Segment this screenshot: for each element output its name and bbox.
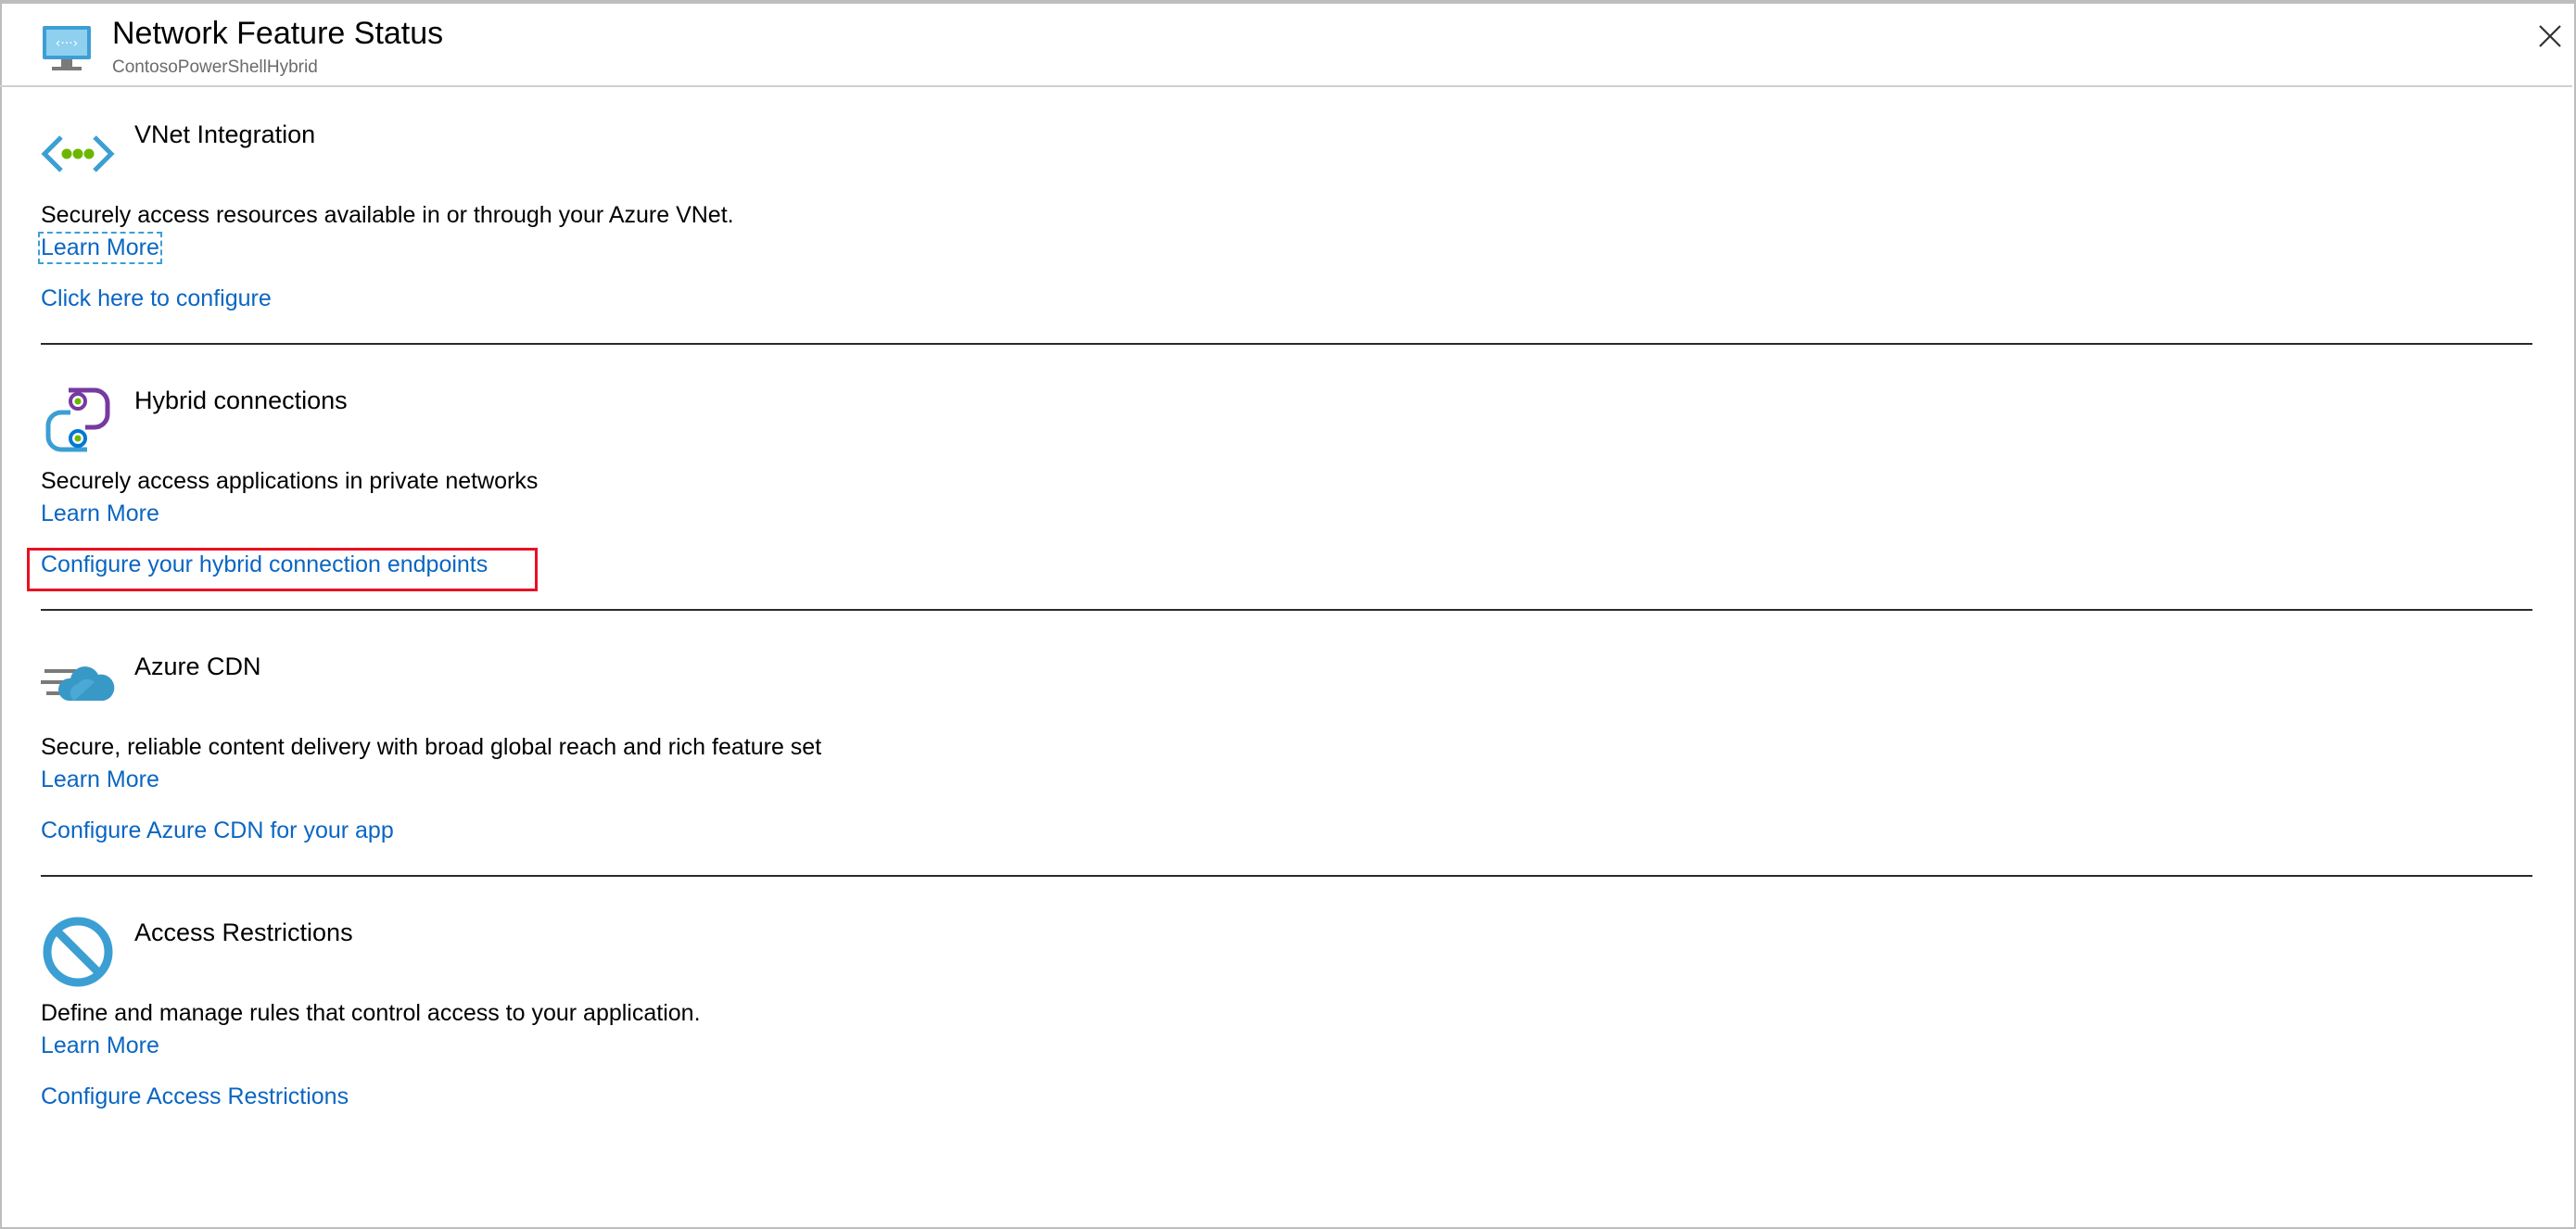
section-vnet-integration: VNet Integration Securely access resourc… xyxy=(38,117,2532,339)
configure-cdn-link[interactable]: Configure Azure CDN for your app xyxy=(41,817,394,844)
section-divider xyxy=(41,875,2532,877)
section-description: Securely access applications in private … xyxy=(41,468,539,494)
section-title: VNet Integration xyxy=(134,120,316,148)
highlight-box xyxy=(27,548,538,591)
section-title: Access Restrictions xyxy=(134,919,353,946)
page-title: Network Feature Status xyxy=(112,16,444,51)
vnet-integration-icon xyxy=(41,135,115,172)
hybrid-connections-icon xyxy=(45,387,110,452)
section-azure-cdn: Azure CDN Secure, reliable content deliv… xyxy=(41,649,2532,871)
svg-text:‹···›: ‹···› xyxy=(56,36,79,51)
section-description: Define and manage rules that control acc… xyxy=(41,1000,701,1026)
azure-cdn-icon xyxy=(41,666,115,701)
learn-more-link[interactable]: Learn More xyxy=(38,232,162,264)
page-subtitle: ContosoPowerShellHybrid xyxy=(112,57,318,77)
blade-header: ‹···› Network Feature Status ContosoPowe… xyxy=(0,4,2572,87)
app-service-network-icon: ‹···› xyxy=(43,26,91,70)
configure-access-restrictions-link[interactable]: Configure Access Restrictions xyxy=(41,1083,349,1110)
section-title: Hybrid connections xyxy=(134,386,348,414)
section-description: Secure, reliable content delivery with b… xyxy=(41,734,822,760)
section-description: Securely access resources available in o… xyxy=(41,202,734,228)
section-access-restrictions: Access Restrictions Define and manage ru… xyxy=(41,915,2532,1137)
close-icon[interactable] xyxy=(2536,22,2564,50)
access-restrictions-icon xyxy=(43,917,113,987)
learn-more-link[interactable]: Learn More xyxy=(41,500,159,527)
configure-vnet-link[interactable]: Click here to configure xyxy=(41,285,272,312)
section-divider xyxy=(41,343,2532,345)
section-title: Azure CDN xyxy=(134,653,261,680)
section-divider xyxy=(41,609,2532,611)
learn-more-link[interactable]: Learn More xyxy=(41,1033,159,1059)
learn-more-link[interactable]: Learn More xyxy=(41,767,159,793)
